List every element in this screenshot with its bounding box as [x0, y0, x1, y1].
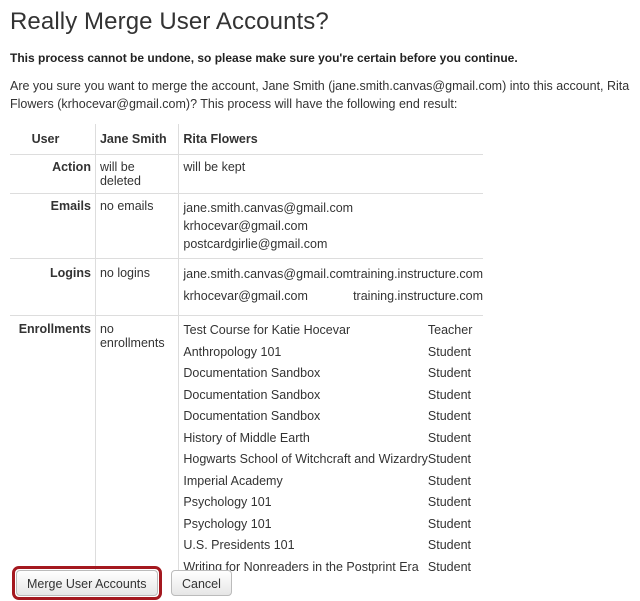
login-item: jane.smith.canvas@gmail.com training.ins…: [183, 264, 483, 286]
course-name: Imperial Academy: [183, 473, 283, 488]
enrollment-item: Documentation Sandbox Student: [183, 385, 483, 407]
merge-summary-table: User Jane Smith Rita Flowers Action will…: [10, 124, 483, 580]
enrollment-item: Hogwarts School of Witchcraft and Wizard…: [183, 449, 483, 471]
course-role: Student: [427, 495, 471, 509]
description-text: Are you sure you want to merge the accou…: [10, 79, 630, 111]
course-role: Student: [427, 516, 471, 531]
enrollments-jane: no enrollments: [95, 315, 180, 580]
merge-user-accounts-button[interactable]: Merge User Accounts: [16, 570, 158, 596]
logins-row: Logins no logins jane.smith.canvas@gmail…: [10, 258, 483, 316]
form-actions: Merge User Accounts Cancel: [12, 566, 232, 600]
course-name: History of Middle Earth: [183, 430, 310, 445]
course-name: Anthropology 101: [183, 344, 282, 359]
enrollment-item: Documentation Sandbox Student: [183, 406, 483, 428]
enrollments-list: Test Course for Katie Hocevar Teacher Ant…: [183, 320, 483, 578]
emails-jane: no emails: [95, 193, 180, 259]
enrollment-item: Anthropology 101 Student: [183, 342, 483, 364]
course-name: Documentation Sandbox: [183, 409, 321, 423]
course-role: Student: [427, 366, 471, 380]
merge-page: Really Merge User Accounts? This process…: [10, 0, 638, 580]
header-rita-flowers: Rita Flowers: [183, 132, 258, 146]
action-label: Action: [10, 154, 96, 194]
enrollment-item: Imperial Academy Student: [183, 471, 483, 493]
course-role: Student: [427, 387, 471, 402]
enrollment-item: Psychology 101 Student: [183, 514, 483, 536]
course-role: Student: [427, 559, 471, 574]
header-jane-smith: Jane Smith: [95, 124, 180, 155]
email-item: krhocevar@gmail.com: [183, 219, 308, 233]
logins-label: Logins: [10, 258, 96, 316]
course-role: Student: [427, 452, 471, 466]
enrollments-rita: Test Course for Katie Hocevar Teacher Ant…: [178, 315, 483, 580]
table-header-row: User Jane Smith Rita Flowers: [10, 124, 483, 155]
logins-list: jane.smith.canvas@gmail.com training.ins…: [183, 264, 483, 307]
logins-rita: jane.smith.canvas@gmail.com training.ins…: [178, 258, 483, 316]
login-domain: training.instructure.com: [353, 288, 483, 303]
page-title: Really Merge User Accounts?: [10, 8, 329, 35]
course-name: Documentation Sandbox: [183, 366, 321, 380]
merge-button-highlight: Merge User Accounts: [12, 566, 162, 600]
course-role: Student: [427, 344, 471, 359]
course-name: U.S. Presidents 101: [183, 538, 295, 552]
email-item: jane.smith.canvas@gmail.com: [183, 201, 354, 215]
enrollment-item: U.S. Presidents 101 Student: [183, 535, 483, 557]
enrollment-item: Test Course for Katie Hocevar Teacher: [183, 320, 483, 342]
header-user: User: [10, 124, 96, 155]
course-role: Student: [427, 473, 471, 488]
cancel-button[interactable]: Cancel: [170, 570, 232, 596]
enrollments-label: Enrollments: [10, 315, 96, 580]
login-name: krhocevar@gmail.com: [183, 288, 308, 303]
enrollment-item: History of Middle Earth Student: [183, 428, 483, 450]
course-name: Psychology 101: [183, 495, 272, 509]
email-item: postcardgirlie@gmail.com: [183, 237, 328, 251]
emails-rita: jane.smith.canvas@gmail.com krhocevar@gm…: [178, 193, 483, 259]
course-role: Student: [427, 538, 471, 552]
action-rita: will be kept: [178, 154, 483, 194]
course-role: Teacher: [427, 323, 473, 337]
course-name: Psychology 101: [183, 516, 272, 531]
enrollments-row: Enrollments no enrollments Test Course f…: [10, 315, 483, 580]
warning-text: This process cannot be undone, so please…: [10, 51, 518, 65]
course-name: Test Course for Katie Hocevar: [183, 323, 351, 337]
course-role: Student: [427, 409, 471, 423]
logins-jane: no logins: [95, 258, 180, 316]
course-name: Hogwarts School of Witchcraft and Wizard…: [183, 452, 428, 466]
action-jane: will be deleted: [95, 154, 180, 194]
course-name: Documentation Sandbox: [183, 387, 321, 402]
emails-row: Emails no emails jane.smith.canvas@gmail…: [10, 193, 483, 259]
enrollment-item: Psychology 101 Student: [183, 492, 483, 514]
login-item: krhocevar@gmail.com training.instructure…: [183, 286, 483, 308]
emails-label: Emails: [10, 193, 96, 259]
action-row: Action will be deleted will be kept: [10, 154, 483, 194]
login-domain: training.instructure.com: [353, 267, 483, 281]
login-name: jane.smith.canvas@gmail.com: [183, 267, 354, 281]
enrollment-item: Documentation Sandbox Student: [183, 363, 483, 385]
course-role: Student: [427, 430, 471, 445]
